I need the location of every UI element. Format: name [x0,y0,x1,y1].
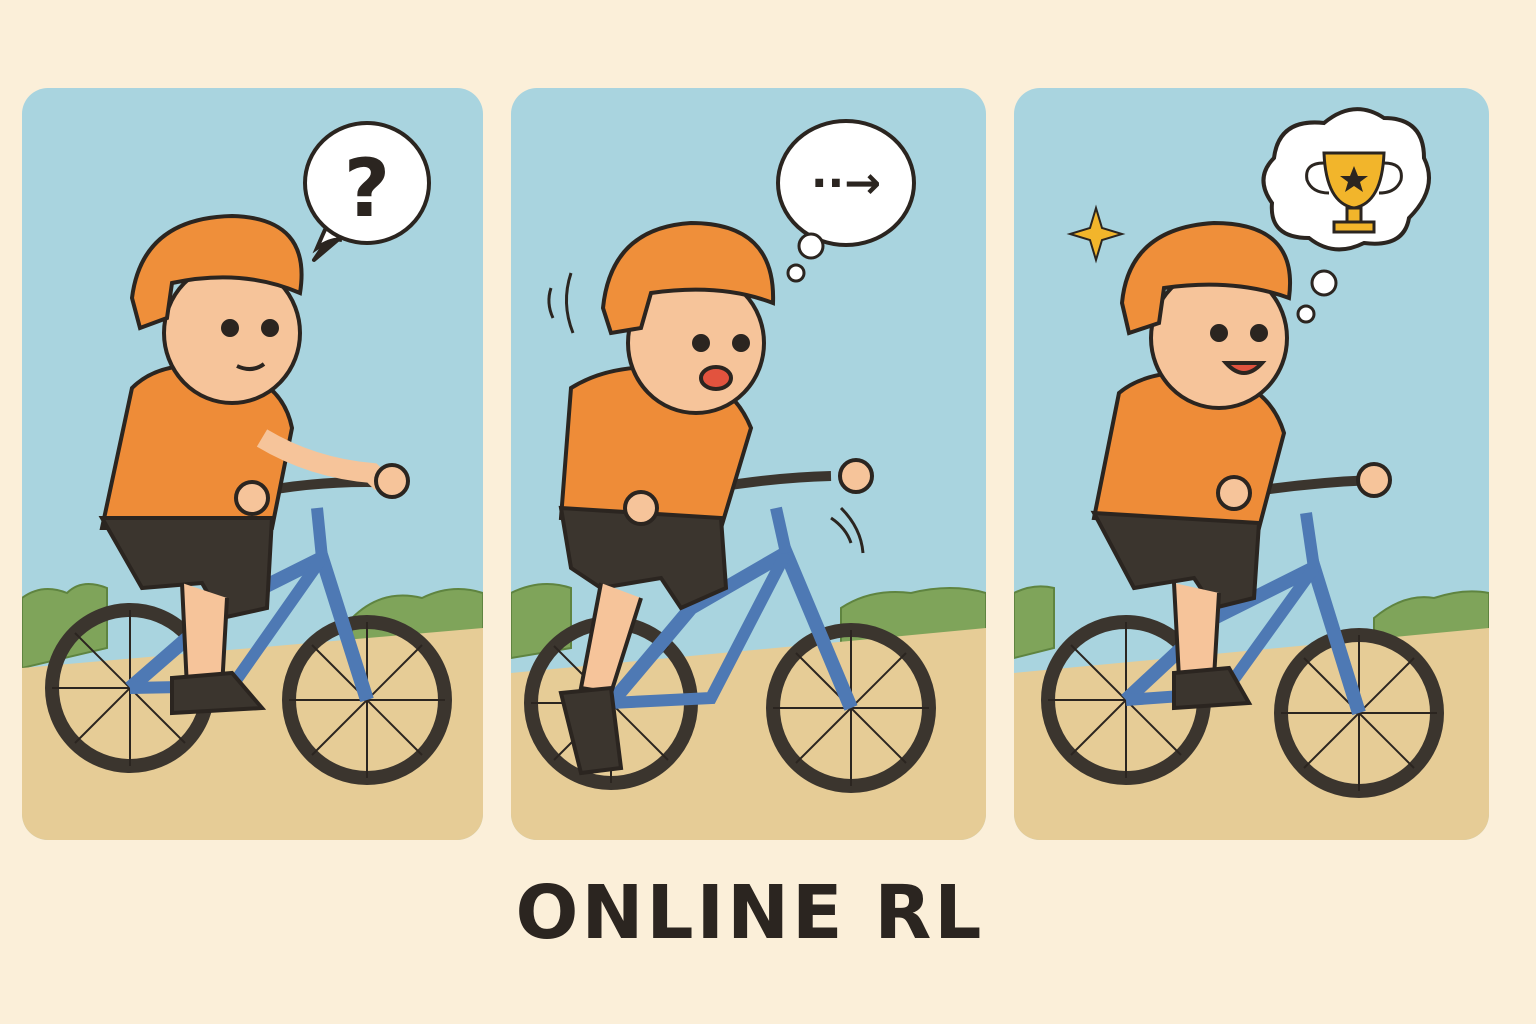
panel-1-illustration: ? [22,88,483,840]
comic-panel-3 [1014,88,1489,840]
dots-arrow-icon: ··→ [811,158,881,209]
mouth-open [699,365,733,391]
question-mark-icon: ? [344,142,390,235]
caption-title: ONLINE RL [515,870,985,956]
comic-panel-2: ··→ [511,88,986,840]
panel-3-illustration [1014,88,1489,840]
bushes [1014,585,1055,660]
comic-panel-1: ? [22,88,483,840]
panel-2-illustration: ··→ [511,88,986,840]
